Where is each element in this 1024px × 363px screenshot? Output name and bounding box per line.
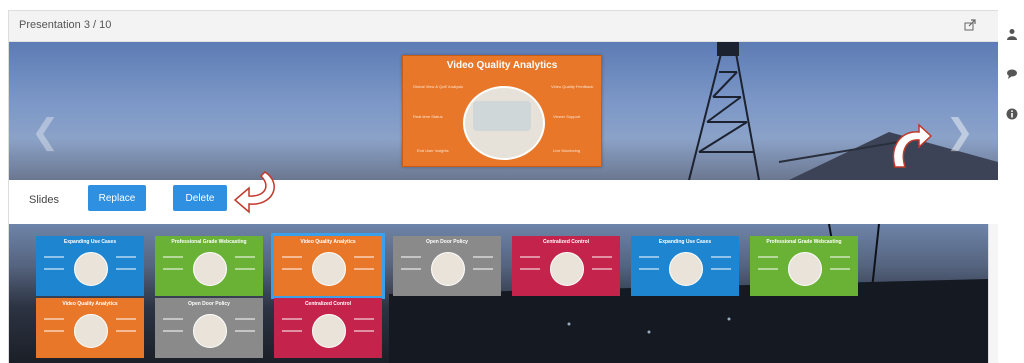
current-slide-preview[interactable]: Video Quality Analytics Global View & Qo…	[402, 55, 602, 167]
slide-thumbnail-text-line	[639, 256, 659, 258]
slide-thumbnail-text-line	[401, 268, 421, 270]
slide-thumbnail-image	[74, 314, 108, 348]
slide-thumbnail-image	[550, 252, 584, 286]
slide-thumbnail-text-line	[830, 256, 850, 258]
slide-thumbnail-title: Professional Grade Webcasting	[766, 239, 842, 245]
oil-rig-background	[688, 42, 998, 180]
slide-thumbnail-text-line	[116, 330, 136, 332]
slide-thumbnail-text-line	[116, 268, 136, 270]
slides-label: Slides	[29, 194, 59, 206]
slide-thumbnail-image	[431, 252, 465, 286]
slide-thumbnail-title: Expanding Use Cases	[658, 239, 712, 245]
presentation-viewer: Presentation 3 / 10 ❮ ❯ Video Quality An…	[0, 0, 1024, 363]
slide-thumbnail-title: Open Door Policy	[188, 301, 230, 307]
slide-thumbnail[interactable]: Centralized Control	[512, 236, 620, 296]
slide-thumbnail-text-line	[473, 256, 493, 258]
slide-thumbnail-title: Expanding Use Cases	[63, 239, 117, 245]
slide-label: Live Monitoring	[553, 148, 581, 153]
slide-thumbnail-text-line	[401, 256, 421, 258]
slide-thumbnail-text-line	[163, 318, 183, 320]
slide-map-image	[473, 101, 531, 131]
slide-thumbnail-image	[74, 252, 108, 286]
slide-thumbnail-title: Video Quality Analytics	[62, 301, 118, 307]
slide-thumbnail-text-line	[44, 330, 64, 332]
slide-thumbnail[interactable]: Professional Grade Webcasting	[155, 236, 263, 296]
slide-thumbnail-text-line	[235, 256, 255, 258]
slide-thumbnail-text-line	[830, 268, 850, 270]
slide-label: Video Quality Feedback	[551, 84, 594, 89]
slide-thumbnail-text-line	[282, 268, 302, 270]
next-slide-button[interactable]: ❯	[946, 112, 975, 152]
user-icon[interactable]	[1006, 28, 1018, 40]
slide-thumbnail-text-line	[282, 330, 302, 332]
prev-slide-button[interactable]: ❮	[31, 112, 60, 152]
slide-thumbnail-image	[312, 314, 346, 348]
slides-toolbar: Slides Replace Delete	[9, 171, 998, 224]
slide-thumbnail-image	[312, 252, 346, 286]
slide-thumbnail-title: Centralized Control	[542, 239, 590, 245]
slide-thumbnail[interactable]: Expanding Use Cases	[631, 236, 739, 296]
slide-thumbnail-text-line	[282, 256, 302, 258]
slide-thumbnail-text-line	[758, 268, 778, 270]
slide-thumbnail-text-line	[354, 330, 374, 332]
slide-label: Global View & QoE Analysis	[413, 84, 463, 89]
slide-thumbnail-text-line	[473, 268, 493, 270]
slide-thumbnail-text-line	[44, 256, 64, 258]
panel-header: Presentation 3 / 10	[9, 11, 998, 42]
page-title: Presentation 3 / 10	[19, 19, 112, 31]
slide-thumbnail-text-line	[592, 268, 612, 270]
slide-thumbnail-text-line	[354, 256, 374, 258]
curved-arrow-icon	[233, 171, 275, 214]
slide-thumbnail-text-line	[235, 318, 255, 320]
slide-thumbnail-text-line	[354, 268, 374, 270]
current-slide-title: Video Quality Analytics	[446, 60, 558, 71]
right-rail	[998, 0, 1024, 362]
slide-thumbnail-text-line	[235, 330, 255, 332]
slide-thumbnail[interactable]: Expanding Use Cases	[36, 236, 144, 296]
slide-label: Viewer Support	[553, 114, 581, 119]
delete-button[interactable]: Delete	[173, 185, 227, 211]
slide-thumbnail[interactable]: Video Quality Analytics	[36, 298, 144, 358]
slide-label: End User Insights	[417, 148, 449, 153]
slide-thumbnail-text-line	[520, 268, 540, 270]
slide-thumbnail-image	[788, 252, 822, 286]
slide-thumbnail[interactable]: Video Quality Analytics	[271, 233, 385, 299]
slide-thumbnail-text-line	[44, 318, 64, 320]
slide-thumbnail[interactable]: Open Door Policy	[393, 236, 501, 296]
slide-thumbnail-title: Centralized Control	[304, 301, 352, 307]
slide-thumbnail-text-line	[163, 268, 183, 270]
chat-icon[interactable]	[1006, 68, 1018, 80]
slide-thumbnail-text-line	[354, 318, 374, 320]
slide-thumbnail-text-line	[758, 256, 778, 258]
slide-thumbnail-text-line	[116, 318, 136, 320]
slide-thumbnail-title: Video Quality Analytics	[300, 239, 356, 245]
info-icon[interactable]	[1006, 108, 1018, 120]
slide-label: Real-time Status	[413, 114, 443, 119]
curved-arrow-icon	[892, 123, 933, 168]
slide-thumbnail-text-line	[711, 256, 731, 258]
slide-thumbnail-title: Open Door Policy	[426, 239, 468, 245]
replace-button[interactable]: Replace	[88, 185, 146, 211]
slide-thumbnail-text-line	[235, 268, 255, 270]
presentation-panel: Presentation 3 / 10 ❮ ❯ Video Quality An…	[8, 10, 999, 363]
slide-thumbnail-image	[669, 252, 703, 286]
slide-thumbnail-text-line	[44, 268, 64, 270]
slide-thumbnail-image	[193, 252, 227, 286]
slide-stage: ❮ ❯ Video Quality Analytics Global View …	[9, 42, 998, 180]
share-icon[interactable]	[964, 19, 976, 31]
slide-thumbnail-text-line	[711, 268, 731, 270]
slide-thumbnail-title: Professional Grade Webcasting	[171, 239, 247, 245]
slide-thumbnail-text-line	[282, 318, 302, 320]
slide-thumbnail[interactable]: Centralized Control	[274, 298, 382, 358]
slide-thumbnail-text-line	[592, 256, 612, 258]
slide-thumbnail-image	[193, 314, 227, 348]
slide-thumbnail[interactable]: Professional Grade Webcasting	[750, 236, 858, 296]
slide-thumbnail-text-line	[163, 330, 183, 332]
slide-thumbnail[interactable]: Open Door Policy	[155, 298, 263, 358]
slide-thumbnails: Expanding Use Cases Professional Grade We…	[9, 224, 988, 363]
slide-thumbnail-text-line	[520, 256, 540, 258]
slide-thumbnail-text-line	[116, 256, 136, 258]
slide-thumbnail-text-line	[639, 268, 659, 270]
slide-thumbnail-text-line	[163, 256, 183, 258]
